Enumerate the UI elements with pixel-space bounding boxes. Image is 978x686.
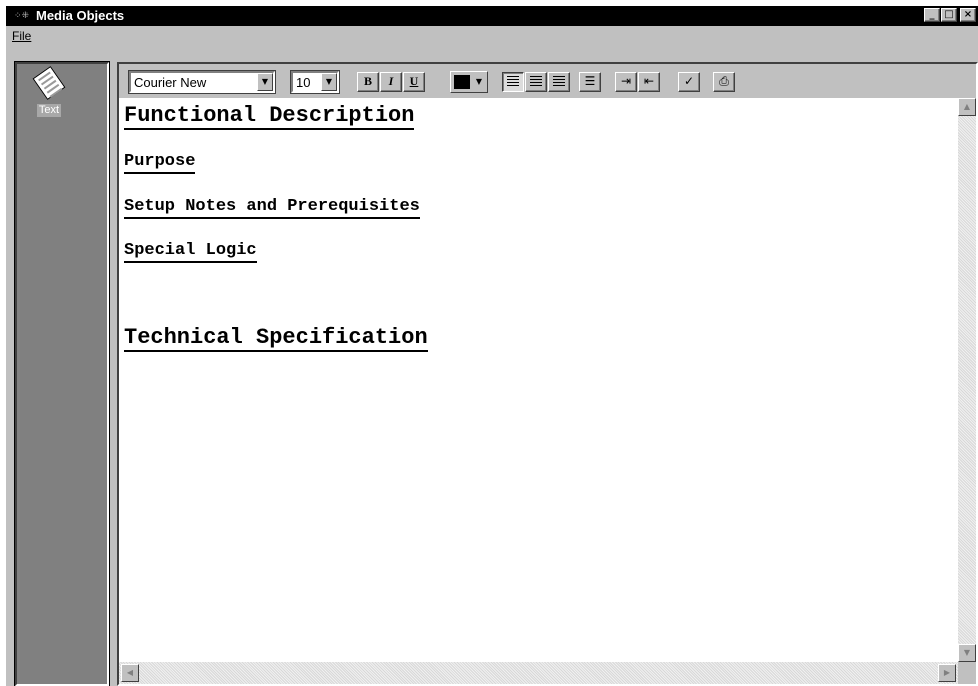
font-name-select[interactable]: Courier New ▼ (128, 70, 276, 94)
indent-icon: ⇥ (620, 74, 632, 88)
doc-subheading: Setup Notes and Prerequisites (124, 197, 420, 219)
minimize-button[interactable]: _ (924, 8, 940, 22)
align-center-button[interactable] (525, 72, 547, 92)
chevron-down-icon[interactable]: ▼ (472, 73, 486, 91)
print-button[interactable]: ⎙ (713, 72, 735, 92)
bullet-list-icon: ☰ (584, 74, 596, 88)
align-right-icon (553, 76, 565, 88)
print-icon: ⎙ (719, 74, 729, 88)
scroll-left-icon[interactable]: ◀ (121, 664, 139, 682)
window-controls: _ □ × (923, 8, 976, 24)
media-object-sidebar: Text (14, 61, 110, 686)
spellcheck-button[interactable]: ✓ (678, 72, 700, 92)
font-size-value: 10 (296, 75, 311, 90)
text-object-label: Text (36, 104, 62, 117)
align-left-icon (507, 76, 519, 88)
document-icon (32, 66, 66, 100)
text-editor: Courier New ▼ 10 ▼ B I U ▼ ☰ ⇥ ⇤ ✓ ⎙ Fun… (117, 62, 978, 686)
chevron-down-icon[interactable]: ▼ (321, 73, 337, 91)
doc-heading: Technical Specification (124, 325, 428, 353)
outdent-icon: ⇤ (643, 74, 655, 88)
doc-subheading: Special Logic (124, 241, 257, 263)
formatting-toolbar: Courier New ▼ 10 ▼ B I U ▼ ☰ ⇥ ⇤ ✓ ⎙ (119, 64, 976, 98)
horizontal-scrollbar[interactable]: ◀ ▶ (119, 662, 958, 684)
media-objects-window: ⁘⁜ Media Objects _ □ × File Text Courier… (6, 6, 978, 686)
font-size-select[interactable]: 10 ▼ (290, 70, 340, 94)
align-right-button[interactable] (548, 72, 570, 92)
close-button[interactable]: × (960, 8, 976, 22)
text-color-picker[interactable]: ▼ (450, 71, 488, 93)
chevron-down-icon[interactable]: ▼ (257, 73, 273, 91)
bold-button[interactable]: B (357, 72, 379, 92)
scroll-down-icon[interactable]: ▼ (958, 644, 976, 662)
doc-heading: Functional Description (124, 103, 415, 131)
app-icon: ⁘⁜ (14, 11, 30, 21)
size-grip[interactable] (958, 662, 976, 684)
menu-file-label: File (12, 29, 32, 43)
align-left-button[interactable] (502, 72, 524, 92)
menu-bar: File (6, 26, 978, 46)
scroll-up-icon[interactable]: ▲ (958, 98, 976, 116)
align-center-icon (530, 76, 542, 88)
underline-button[interactable]: U (403, 72, 425, 92)
scroll-right-icon[interactable]: ▶ (938, 664, 956, 682)
font-name-value: Courier New (134, 75, 207, 90)
text-color-swatch (454, 75, 470, 89)
outdent-button[interactable]: ⇤ (638, 72, 660, 92)
spellcheck-icon: ✓ (683, 74, 695, 88)
doc-subheading: Purpose (124, 152, 196, 174)
document-body[interactable]: Functional Description Purpose Setup Not… (119, 98, 958, 662)
maximize-button[interactable]: □ (941, 8, 957, 22)
window-title: Media Objects (36, 8, 125, 23)
text-object-shortcut[interactable]: Text (29, 66, 69, 117)
title-bar[interactable]: ⁘⁜ Media Objects _ □ × (6, 6, 978, 26)
bullet-list-button[interactable]: ☰ (579, 72, 601, 92)
italic-button[interactable]: I (380, 72, 402, 92)
vertical-scrollbar[interactable]: ▲ ▼ (958, 98, 976, 662)
indent-button[interactable]: ⇥ (615, 72, 637, 92)
menu-file[interactable]: File (12, 29, 31, 43)
